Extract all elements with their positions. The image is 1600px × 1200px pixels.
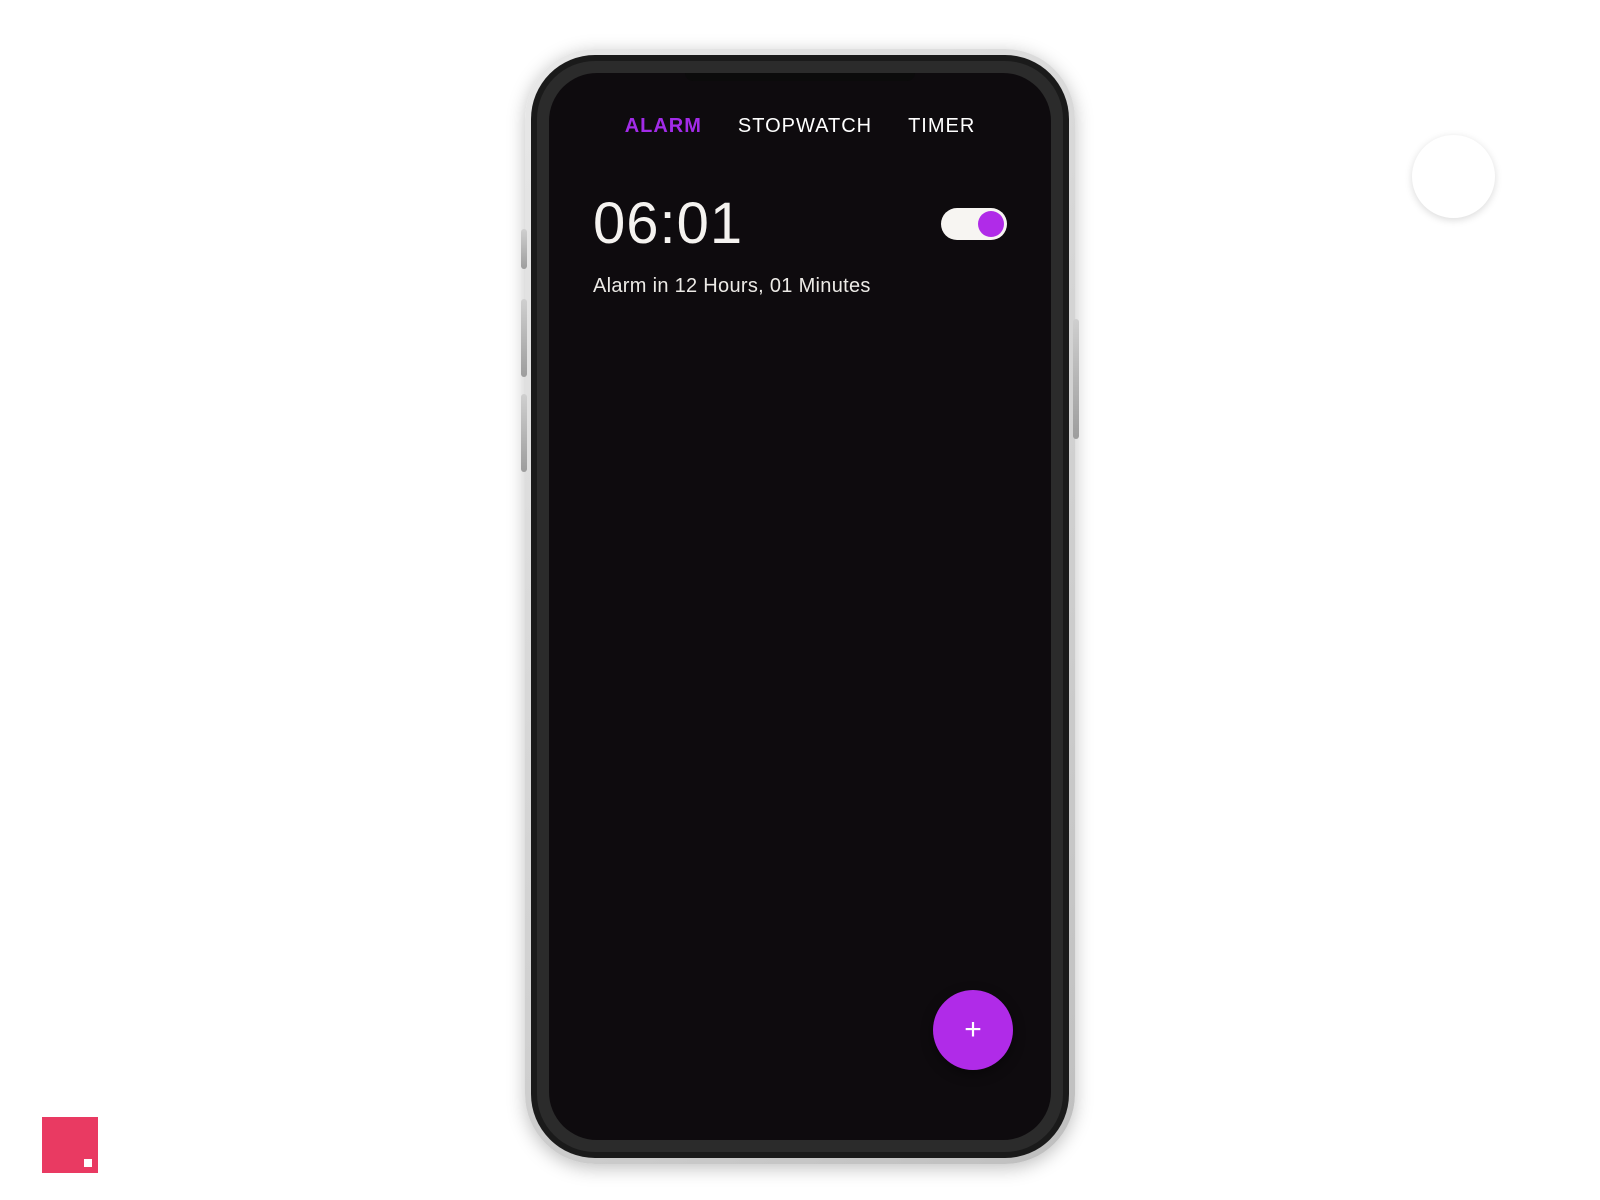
alarm-toggle[interactable] — [941, 208, 1007, 240]
app-screen: ALARM STOPWATCH TIMER 06:01 Alarm in 12 … — [549, 73, 1051, 1140]
plus-icon: + — [964, 1015, 982, 1045]
phone-volume-up — [521, 299, 527, 377]
alarm-countdown-text: Alarm in 12 Hours, 01 Minutes — [593, 275, 1007, 298]
phone-volume-down — [521, 394, 527, 472]
alarm-item: 06:01 Alarm in 12 Hours, 01 Minutes — [549, 138, 1051, 298]
tab-alarm[interactable]: ALARM — [625, 115, 702, 138]
phone-power-button — [1073, 319, 1079, 439]
brand-mark — [42, 1117, 98, 1173]
add-alarm-button[interactable]: + — [933, 990, 1013, 1070]
phone-mockup: ALARM STOPWATCH TIMER 06:01 Alarm in 12 … — [525, 49, 1075, 1164]
floating-action-hint[interactable] — [1412, 135, 1495, 218]
top-tabs: ALARM STOPWATCH TIMER — [549, 73, 1051, 138]
phone-mute-switch — [521, 229, 527, 269]
tab-stopwatch[interactable]: STOPWATCH — [738, 115, 872, 138]
tab-timer[interactable]: TIMER — [908, 115, 975, 138]
toggle-knob — [978, 211, 1004, 237]
alarm-time[interactable]: 06:01 — [593, 190, 743, 257]
phone-notch — [685, 73, 915, 81]
